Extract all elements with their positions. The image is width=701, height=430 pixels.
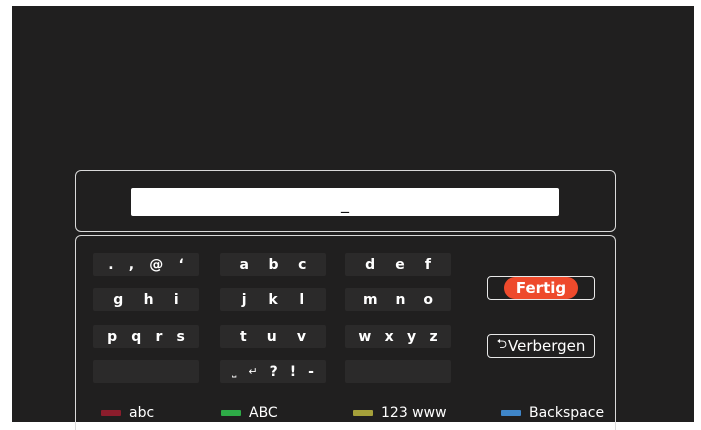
key-char: u xyxy=(266,328,277,345)
key-char: ‘ xyxy=(178,256,184,273)
legend-yellow: 123 www xyxy=(353,403,447,423)
key-char: f xyxy=(424,256,431,273)
key-empty-left[interactable] xyxy=(93,360,199,383)
key-space-enter-symbols[interactable]: ⎵ ↵ ? ! - xyxy=(220,360,326,383)
key-char: v xyxy=(296,328,306,345)
legend-label: ABC xyxy=(249,405,278,421)
key-char: i xyxy=(173,291,179,308)
key-char: , xyxy=(128,256,135,273)
key-char: r xyxy=(155,328,163,345)
enter-icon: ↵ xyxy=(248,365,258,378)
key-def[interactable]: d e f xyxy=(345,253,451,276)
key-char: - xyxy=(308,363,314,380)
key-empty-right[interactable] xyxy=(345,360,451,383)
key-char: w xyxy=(358,328,372,345)
legend-blue: Backspace xyxy=(501,403,604,423)
done-button[interactable]: Fertig xyxy=(487,276,595,300)
key-tuv[interactable]: t u v xyxy=(220,325,326,348)
onscreen-keyboard: . , @ ‘ a b c d e f g h i j k l m n o p … xyxy=(75,235,616,430)
key-char: ! xyxy=(289,363,297,380)
key-char: s xyxy=(176,328,185,345)
key-char: l xyxy=(299,291,305,308)
key-abc[interactable]: a b c xyxy=(220,253,326,276)
key-char: c xyxy=(298,256,307,273)
hide-label: Verbergen xyxy=(508,337,586,355)
key-char: a xyxy=(239,256,249,273)
key-char: @ xyxy=(149,256,164,273)
key-char: . xyxy=(108,256,114,273)
key-wxyz[interactable]: w x y z xyxy=(345,325,451,348)
key-char: y xyxy=(407,328,417,345)
text-input-field[interactable]: _ xyxy=(131,188,559,216)
key-char: m xyxy=(362,291,378,308)
red-key-icon xyxy=(101,410,121,416)
key-char: x xyxy=(384,328,394,345)
green-key-icon xyxy=(221,410,241,416)
key-char: j xyxy=(241,291,247,308)
key-jkl[interactable]: j k l xyxy=(220,288,326,311)
return-arrow-icon: ⮌ xyxy=(496,337,507,352)
key-mno[interactable]: m n o xyxy=(345,288,451,311)
hide-button[interactable]: ⮌ Verbergen xyxy=(487,334,595,358)
blue-key-icon xyxy=(501,410,521,416)
input-panel: _ xyxy=(75,170,616,232)
key-char: e xyxy=(395,256,405,273)
done-label: Fertig xyxy=(503,277,579,299)
key-char: g xyxy=(113,291,124,308)
key-char: t xyxy=(240,328,247,345)
key-punctuation[interactable]: . , @ ‘ xyxy=(93,253,199,276)
key-char: ? xyxy=(269,363,278,380)
key-ghi[interactable]: g h i xyxy=(93,288,199,311)
key-char: h xyxy=(143,291,154,308)
legend-green: ABC xyxy=(221,403,278,423)
legend-label: abc xyxy=(129,405,155,421)
legend-label: Backspace xyxy=(529,405,605,421)
legend-red: abc xyxy=(101,403,154,423)
key-char: b xyxy=(268,256,279,273)
tv-screen: _ . , @ ‘ a b c d e f g h i j k l m n o … xyxy=(12,6,694,430)
key-char: k xyxy=(268,291,278,308)
key-char: d xyxy=(365,256,376,273)
key-char: p xyxy=(107,328,118,345)
legend-label: 123 www xyxy=(381,405,447,421)
key-pqrs[interactable]: p q r s xyxy=(93,325,199,348)
yellow-key-icon xyxy=(353,410,373,416)
key-char: n xyxy=(395,291,406,308)
key-char: q xyxy=(131,328,142,345)
space-icon: ⎵ xyxy=(232,364,237,378)
key-char: o xyxy=(423,291,434,308)
key-char: z xyxy=(429,328,438,345)
